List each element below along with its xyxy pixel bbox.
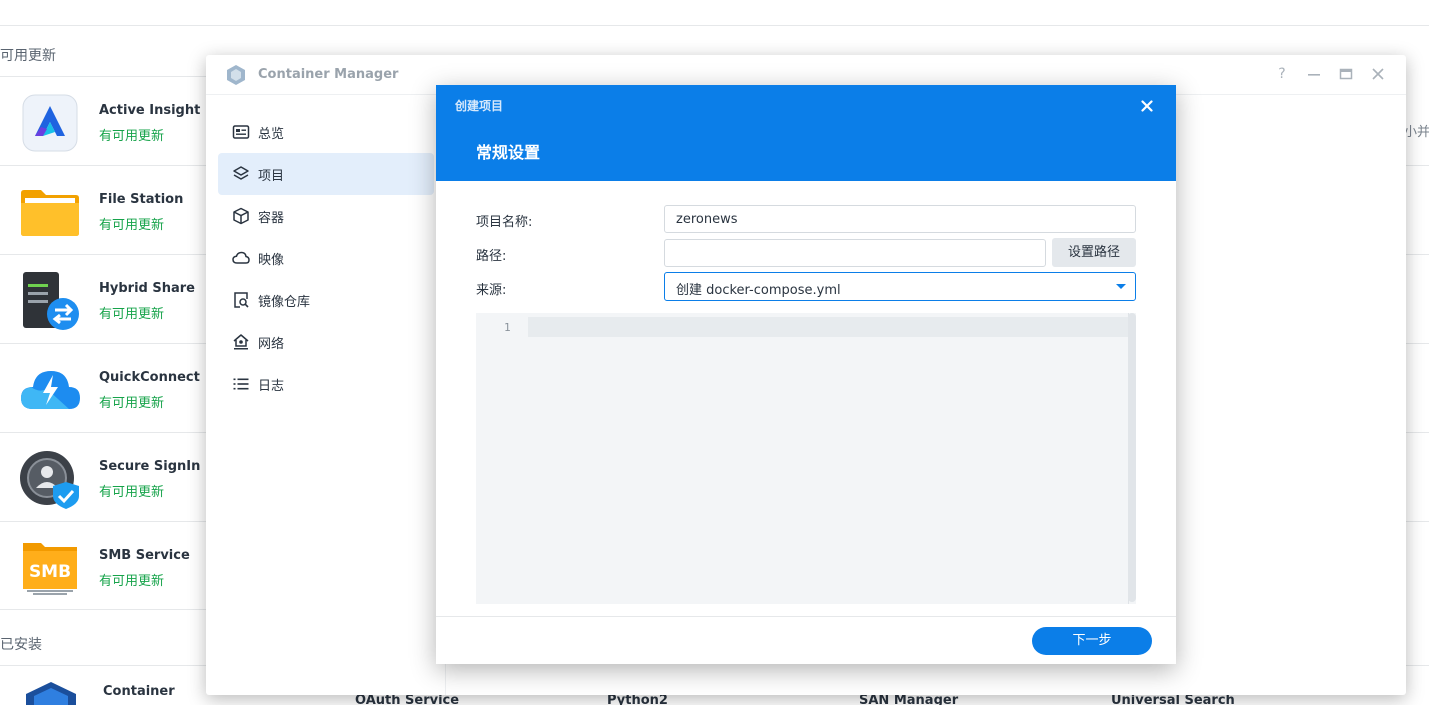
line-number: 1 bbox=[504, 321, 511, 334]
installed-section-title: 已安装 bbox=[0, 637, 42, 653]
window-title: Container Manager bbox=[258, 67, 399, 82]
package-name: QuickConnect bbox=[99, 370, 200, 385]
editor-gutter: 1 bbox=[476, 313, 528, 604]
project-name-label: 项目名称: bbox=[476, 215, 533, 230]
sidebar-item-image[interactable]: 映像 bbox=[218, 237, 434, 279]
top-divider bbox=[0, 25, 1429, 26]
package-status: 有可用更新 bbox=[99, 485, 165, 500]
package-name: Secure SignIn bbox=[99, 459, 201, 474]
path-label: 路径: bbox=[476, 249, 507, 264]
row-divider bbox=[1406, 165, 1429, 166]
package-name: Active Insight bbox=[99, 103, 201, 118]
sidebar-item-log[interactable]: 日志 bbox=[218, 363, 434, 405]
package-status: 有可用更新 bbox=[99, 218, 165, 233]
smb-icon-label: SMB bbox=[29, 562, 71, 582]
path-input[interactable] bbox=[664, 239, 1046, 267]
sidebar-item-label: 镜像仓库 bbox=[258, 295, 311, 310]
editor-active-line[interactable] bbox=[528, 317, 1134, 337]
row-divider bbox=[1406, 521, 1429, 522]
create-project-dialog: 创建项目 常规设置 项目名称: zeronews 路径: 设置路径 来源: 创建… bbox=[436, 85, 1176, 664]
sidebar-item-label: 容器 bbox=[258, 211, 285, 226]
package-status: 有可用更新 bbox=[99, 129, 165, 144]
minimize-icon[interactable] bbox=[1305, 65, 1323, 83]
registry-search-icon bbox=[234, 292, 249, 308]
window-close-icon[interactable] bbox=[1369, 65, 1387, 83]
sidebar-item-label: 项目 bbox=[258, 169, 285, 184]
maximize-icon[interactable] bbox=[1337, 65, 1355, 83]
updates-section-title: 可用更新 bbox=[0, 48, 56, 64]
layers-icon bbox=[233, 166, 249, 180]
row-divider bbox=[1406, 254, 1429, 255]
set-path-button[interactable]: 设置路径 bbox=[1052, 238, 1136, 267]
source-select-value: 创建 docker-compose.yml bbox=[676, 283, 841, 298]
dialog-header: 创建项目 常规设置 bbox=[436, 85, 1176, 181]
sidebar: 总览 项目 容器 映像 镜像仓库 网络 日志 bbox=[206, 95, 446, 695]
editor-scrollbar[interactable] bbox=[1128, 313, 1136, 602]
compose-code-editor[interactable]: 1 bbox=[476, 313, 1136, 604]
sidebar-item-network[interactable]: 网络 bbox=[218, 321, 434, 363]
folder-icon bbox=[21, 190, 79, 236]
package-status: 有可用更新 bbox=[99, 574, 165, 589]
installed-package-name[interactable]: Container bbox=[103, 684, 175, 699]
list-icon bbox=[233, 378, 249, 390]
sidebar-item-label: 网络 bbox=[258, 337, 285, 352]
package-status: 有可用更新 bbox=[99, 396, 165, 411]
cube-icon bbox=[233, 207, 249, 225]
sidebar-item-container[interactable]: 容器 bbox=[218, 195, 434, 237]
package-name: SMB Service bbox=[99, 548, 190, 563]
help-icon[interactable]: ? bbox=[1273, 65, 1291, 83]
source-label: 来源: bbox=[476, 283, 507, 298]
cloud-bolt-icon bbox=[21, 371, 80, 409]
sidebar-item-label: 总览 bbox=[258, 127, 285, 142]
package-name: File Station bbox=[99, 192, 184, 207]
project-name-input[interactable]: zeronews bbox=[664, 205, 1136, 233]
network-icon bbox=[233, 334, 249, 350]
package-name: Hybrid Share bbox=[99, 281, 195, 296]
sidebar-item-overview[interactable]: 总览 bbox=[218, 111, 434, 153]
source-select[interactable]: 创建 docker-compose.yml bbox=[664, 272, 1136, 301]
cloud-icon bbox=[232, 251, 250, 264]
container-hexagon-icon bbox=[26, 682, 76, 705]
dialog-title: 创建项目 bbox=[455, 99, 504, 113]
secure-signin-icon bbox=[20, 451, 79, 509]
smb-icon: SMB bbox=[23, 543, 77, 595]
sidebar-item-label: 日志 bbox=[258, 379, 285, 394]
package-status: 有可用更新 bbox=[99, 307, 165, 322]
dialog-close-icon[interactable] bbox=[1136, 95, 1158, 117]
clipped-view-toggle-text: 小并排 bbox=[1404, 125, 1429, 140]
row-divider bbox=[1406, 432, 1429, 433]
dialog-step-title: 常规设置 bbox=[476, 143, 541, 162]
active-insight-icon bbox=[22, 94, 78, 152]
hybrid-share-icon bbox=[23, 272, 79, 330]
sidebar-item-project[interactable]: 项目 bbox=[218, 153, 434, 195]
row-divider bbox=[1406, 343, 1429, 344]
overview-icon bbox=[232, 125, 250, 139]
chevron-down-icon[interactable] bbox=[1116, 284, 1126, 289]
sidebar-item-label: 映像 bbox=[258, 253, 285, 268]
container-manager-logo-icon bbox=[227, 65, 245, 85]
sidebar-item-registry[interactable]: 镜像仓库 bbox=[218, 279, 434, 321]
next-button[interactable]: 下一步 bbox=[1032, 627, 1152, 655]
